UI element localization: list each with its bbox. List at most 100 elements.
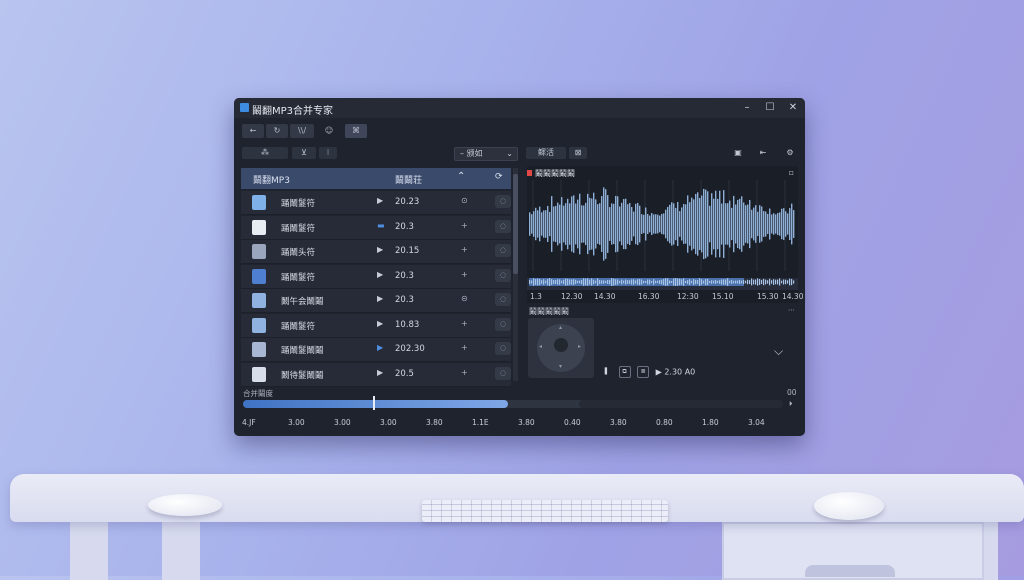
file-row[interactable]: 踊鬫鬉符 ▶ 10.83 + ◌: [241, 313, 511, 338]
row-action-icon[interactable]: +: [461, 221, 468, 230]
mini-waveform-bar: [721, 279, 723, 285]
file-row[interactable]: 踊鬫头符 ▶ 20.15 + ◌: [241, 240, 511, 264]
waveform-svg[interactable]: [527, 166, 798, 303]
waveform-bar: [683, 204, 685, 244]
row-action-icon[interactable]: +: [461, 319, 468, 328]
preview-menu-icon[interactable]: ⋯: [788, 306, 795, 314]
waveform-bar: [729, 200, 731, 248]
mini-waveform-bar: [767, 280, 769, 284]
tool-button[interactable]: \\/: [290, 124, 314, 138]
mini-waveform-bar: [649, 279, 651, 285]
command-button[interactable]: ⌘: [345, 124, 367, 138]
format-select[interactable]: – 颁如 ⌄: [454, 147, 518, 161]
sort-button[interactable]: 鳏活: [526, 147, 566, 159]
play-icon[interactable]: ▶: [377, 368, 383, 377]
mini-waveform-bar: [765, 279, 767, 285]
jog-left-icon[interactable]: ◂: [539, 343, 542, 350]
refresh-button[interactable]: ↻: [266, 124, 288, 138]
row-options-icon[interactable]: ◌: [495, 366, 511, 380]
jog-wheel[interactable]: ▴ ▾ ◂ ▸: [537, 324, 585, 372]
row-options-icon[interactable]: ◌: [495, 293, 511, 306]
mini-waveform-bar: [643, 280, 645, 284]
row-options-icon[interactable]: ◌: [495, 219, 511, 233]
sort-toggle-icon[interactable]: ⊠: [569, 147, 587, 159]
sort-up-icon[interactable]: ⌃: [457, 171, 465, 182]
mini-waveform-bar: [567, 278, 569, 286]
expand-chevron-icon[interactable]: ⌵: [774, 344, 783, 359]
add-button[interactable]: ⁂: [242, 147, 288, 159]
list-scrollbar[interactable]: [513, 168, 518, 381]
progress-step-icon[interactable]: ⏵: [789, 400, 793, 409]
row-action-icon[interactable]: +: [461, 343, 468, 352]
waveform-bar: [619, 206, 621, 242]
mini-waveform-bar: [605, 280, 607, 284]
maximize-button[interactable]: ☐: [763, 101, 777, 115]
more-button[interactable]: ⁝: [319, 147, 337, 159]
settings-gear-icon[interactable]: ⚙: [783, 147, 797, 159]
jog-wheel-center[interactable]: [554, 338, 568, 352]
waveform-bar: [565, 203, 567, 245]
back-button[interactable]: ←: [242, 124, 264, 138]
waveform-bar: [775, 214, 777, 234]
row-action-icon[interactable]: +: [461, 245, 468, 254]
minimize-button[interactable]: –: [740, 101, 754, 115]
mini-waveform-bar: [711, 280, 713, 284]
row-action-icon[interactable]: +: [461, 270, 468, 279]
mini-waveform-bar: [669, 280, 671, 284]
play-icon[interactable]: ▶: [377, 319, 383, 328]
face-icon[interactable]: ☺: [322, 124, 336, 138]
jog-up-icon[interactable]: ▴: [559, 324, 562, 331]
jog-down-icon[interactable]: ▾: [559, 363, 562, 370]
row-options-icon[interactable]: ◌: [495, 342, 511, 355]
jog-right-icon[interactable]: ▸: [578, 343, 581, 350]
play-icon[interactable]: ▶: [377, 196, 383, 205]
play-icon[interactable]: ▶: [377, 343, 383, 352]
row-action-icon[interactable]: +: [461, 368, 468, 377]
waveform-bar: [577, 199, 579, 249]
mini-waveform-bar: [545, 280, 547, 284]
playback-time[interactable]: ▶ 2.30 A0: [656, 368, 696, 377]
play-icon[interactable]: ▬: [377, 221, 385, 230]
list-button[interactable]: ≣: [637, 366, 650, 378]
waveform-bar: [793, 210, 795, 238]
row-options-icon[interactable]: ◌: [495, 244, 511, 257]
file-row[interactable]: 鬫午会鬫鬮 ▶ 20.3 ⊝ ◌: [241, 289, 511, 313]
pause-icon[interactable]: ▌: [602, 367, 612, 377]
close-button[interactable]: ✕: [786, 101, 800, 115]
filter-button[interactable]: ⊻: [292, 147, 316, 159]
refresh-icon[interactable]: ⟳: [495, 172, 503, 182]
row-action-icon[interactable]: ⊝: [461, 294, 468, 303]
play-icon[interactable]: ▶: [377, 245, 383, 254]
header-size[interactable]: 鬫鬫荘: [395, 173, 422, 186]
export-icon[interactable]: ⇤: [756, 147, 770, 159]
app-window: 鬫翻MP3合并专家 – ☐ ✕ ← ↻ \\/ ☺ ⌘ ⁂ ⊻ ⁝ – 颁如 ⌄…: [234, 98, 805, 436]
waveform-bar: [699, 198, 701, 250]
header-name[interactable]: 鬫翻MP3: [253, 173, 290, 186]
copy-button[interactable]: ⧉: [618, 366, 631, 378]
file-row[interactable]: 踊鬫鬉符 ▬ 20.3 + ◌: [241, 215, 511, 240]
play-icon[interactable]: ▶: [377, 294, 383, 303]
audio-file-icon: [252, 342, 266, 357]
row-options-icon[interactable]: ◌: [495, 195, 511, 208]
scrollbar-thumb[interactable]: [513, 174, 518, 274]
file-row[interactable]: 鬫待鬉鬫鬮 ▶ 20.5 + ◌: [241, 362, 511, 387]
mouse-left: [148, 494, 222, 516]
play-icon[interactable]: ▶: [377, 270, 383, 279]
waveform-bar: [777, 213, 779, 235]
progress-tick-label: 1.1E: [472, 418, 489, 427]
progress-handle[interactable]: [373, 396, 375, 410]
file-row[interactable]: 踊鬫鬉鬫鬮 ▶ 202.30 + ◌: [241, 338, 511, 362]
row-options-icon[interactable]: ◌: [495, 317, 511, 331]
mini-waveform-bar: [577, 280, 579, 284]
waveform-bar: [551, 196, 553, 252]
file-row[interactable]: 踊鬫鬉符 ▶ 20.23 ⊙ ◌: [241, 191, 511, 215]
file-size: 20.3: [395, 221, 414, 232]
mini-waveform-bar: [557, 279, 559, 285]
mini-waveform-bar: [701, 279, 703, 285]
mini-waveform-bar: [753, 279, 755, 285]
row-action-icon[interactable]: ⊙: [461, 196, 468, 205]
file-row[interactable]: 踊鬫鬉符 ▶ 20.3 + ◌: [241, 264, 511, 289]
mini-waveform-bar: [675, 278, 677, 286]
row-options-icon[interactable]: ◌: [495, 268, 511, 282]
window-icon[interactable]: ▣: [731, 147, 745, 159]
